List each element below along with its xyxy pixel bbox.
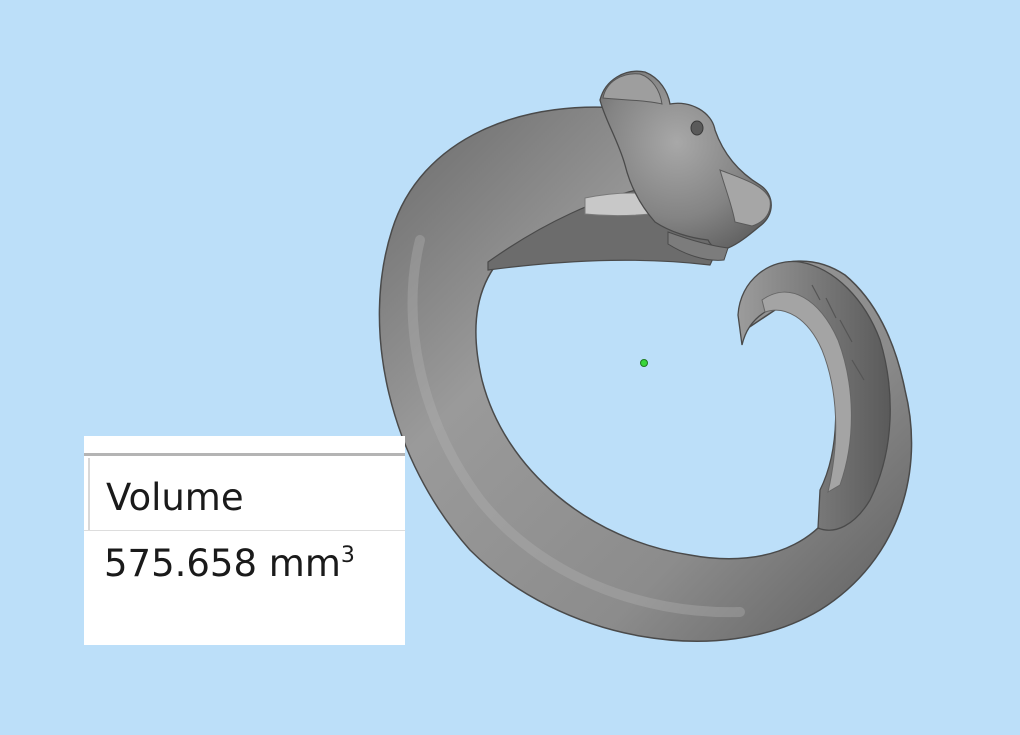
volume-unit: mm bbox=[268, 542, 341, 585]
volume-unit-exponent: 3 bbox=[340, 543, 355, 568]
header-left-divider bbox=[88, 458, 90, 530]
volume-label: Volume bbox=[106, 476, 244, 519]
volume-number: 575.658 bbox=[104, 542, 258, 585]
properties-panel: Volume 575.658 mm3 bbox=[84, 436, 405, 645]
pivot-point-marker[interactable] bbox=[640, 359, 648, 367]
header-bottom-divider bbox=[84, 530, 405, 531]
volume-value: 575.658 mm3 bbox=[104, 540, 355, 588]
